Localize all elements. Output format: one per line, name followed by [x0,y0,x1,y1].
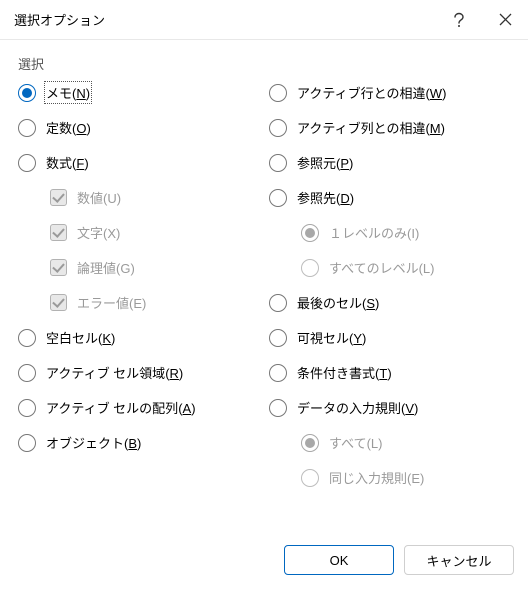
option-label: 最後のセル(S) [297,293,379,312]
option-visible-cells[interactable]: 可視セル(Y) [269,320,510,355]
column-right: アクティブ行との相違(W) アクティブ列との相違(M) 参照元(P) 参照先(D… [269,75,510,495]
option-label: オブジェクト(B) [46,433,141,452]
option-last-cell[interactable]: 最後のセル(S) [269,285,510,320]
radio-icon [301,224,319,242]
option-errors: エラー値(E) [18,285,259,320]
dialog-title: 選択オプション [14,10,436,29]
radio-icon [269,154,287,172]
option-current-array[interactable]: アクティブ セルの配列(A) [18,390,259,425]
option-memo[interactable]: メモ(N) [18,75,259,110]
option-label: アクティブ セル領域(R) [46,363,183,382]
option-objects[interactable]: オブジェクト(B) [18,425,259,460]
option-label: 同じ入力規則(E) [329,468,424,487]
option-data-validation[interactable]: データの入力規則(V) [269,390,510,425]
radio-icon [269,189,287,207]
help-button[interactable] [436,0,482,40]
option-column-differences[interactable]: アクティブ列との相違(M) [269,110,510,145]
checkbox-icon [50,294,67,311]
option-label: すべて(L) [329,433,382,452]
option-label: アクティブ行との相違(W) [297,83,446,102]
title-bar: 選択オプション [0,0,528,40]
radio-icon [18,154,36,172]
option-formulas[interactable]: 数式(F) [18,145,259,180]
option-dv-same: 同じ入力規則(E) [269,460,510,495]
radio-icon [18,329,36,347]
cancel-button[interactable]: キャンセル [404,545,514,575]
option-label: 数式(F) [46,153,89,172]
option-label: アクティブ セルの配列(A) [46,398,196,417]
radio-icon [269,399,287,417]
close-button[interactable] [482,0,528,40]
option-label: 定数(O) [46,118,91,137]
radio-icon [18,434,36,452]
option-label: 空白セル(K) [46,328,115,347]
dialog-footer: OK キャンセル [284,545,514,575]
radio-icon [269,119,287,137]
option-dv-all: すべて(L) [269,425,510,460]
option-label: 参照元(P) [297,153,353,172]
close-icon [499,13,512,26]
radio-icon [301,434,319,452]
option-label: アクティブ列との相違(M) [297,118,445,137]
option-label: 文字(X) [77,223,120,242]
option-label: エラー値(E) [77,293,146,312]
dialog-body: 選択 メモ(N) 定数(O) 数式(F) 数値(U) 文字(X) [0,40,528,505]
option-label: すべてのレベル(L) [329,258,434,277]
option-label: 数値(U) [77,188,121,207]
option-label: １レベルのみ(I) [329,223,419,242]
column-left: メモ(N) 定数(O) 数式(F) 数値(U) 文字(X) 論理値(G) [18,75,259,495]
radio-icon [269,84,287,102]
checkbox-icon [50,224,67,241]
option-label: 可視セル(Y) [297,328,366,347]
radio-icon [301,469,319,487]
option-label: 条件付き書式(T) [297,363,392,382]
group-label: 選択 [18,54,510,73]
option-text: 文字(X) [18,215,259,250]
option-logicals: 論理値(G) [18,250,259,285]
radio-icon [301,259,319,277]
option-label: メモ(N) [46,83,90,102]
option-all-levels: すべてのレベル(L) [269,250,510,285]
checkbox-icon [50,189,67,206]
option-one-level: １レベルのみ(I) [269,215,510,250]
option-current-region[interactable]: アクティブ セル領域(R) [18,355,259,390]
option-constants[interactable]: 定数(O) [18,110,259,145]
option-conditional-format[interactable]: 条件付き書式(T) [269,355,510,390]
checkbox-icon [50,259,67,276]
radio-icon [18,119,36,137]
option-blanks[interactable]: 空白セル(K) [18,320,259,355]
ok-button[interactable]: OK [284,545,394,575]
option-label: データの入力規則(V) [297,398,418,417]
radio-icon [18,364,36,382]
radio-icon [269,329,287,347]
option-label: 論理値(G) [77,258,135,277]
radio-icon [269,294,287,312]
radio-icon [269,364,287,382]
option-numbers: 数値(U) [18,180,259,215]
option-dependents[interactable]: 参照先(D) [269,180,510,215]
help-icon [453,12,465,28]
radio-icon [18,84,36,102]
radio-icon [18,399,36,417]
option-precedents[interactable]: 参照元(P) [269,145,510,180]
option-row-differences[interactable]: アクティブ行との相違(W) [269,75,510,110]
option-label: 参照先(D) [297,188,354,207]
